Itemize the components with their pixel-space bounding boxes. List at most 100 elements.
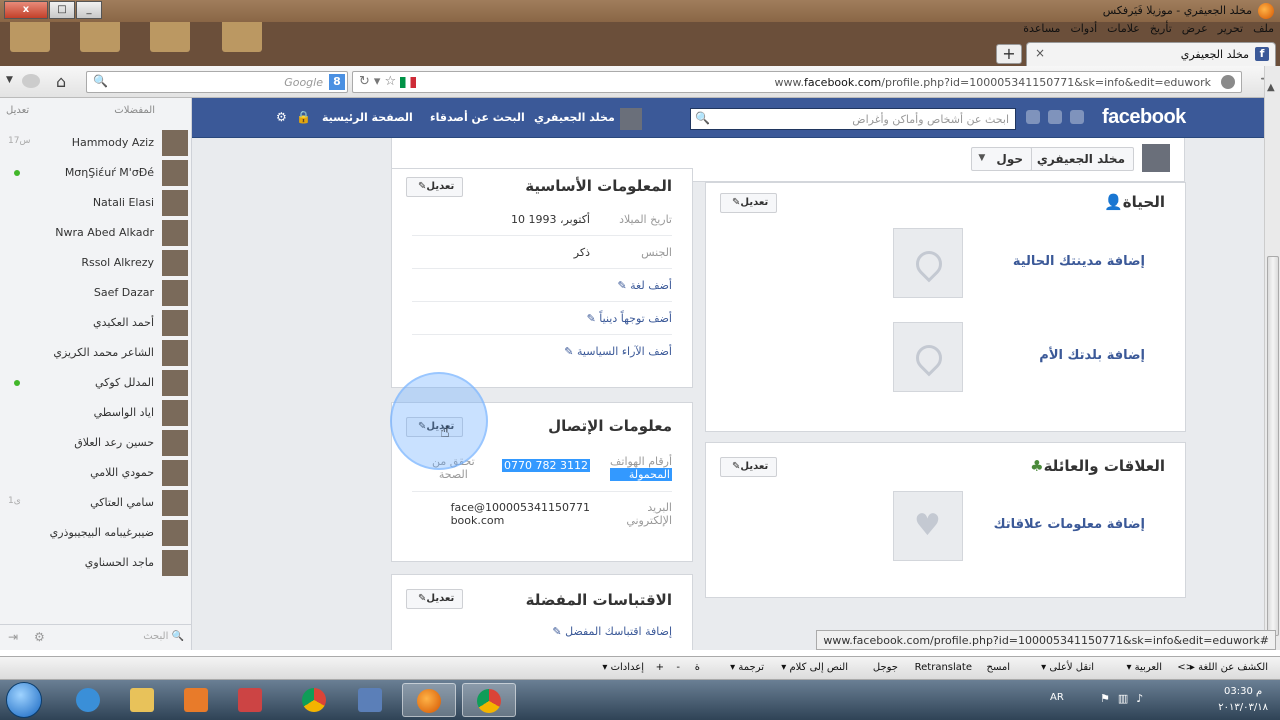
basic-info-edit-button[interactable]: ✎تعديل bbox=[406, 177, 464, 197]
chat-contact-item[interactable]: ضيبرغيبامه البيجيبوذري bbox=[0, 518, 192, 548]
zoom-out-button[interactable]: - bbox=[676, 662, 680, 673]
start-button[interactable] bbox=[6, 682, 42, 718]
url-text[interactable]: www.facebook.com/profile.php?id=10000534… bbox=[775, 76, 1211, 89]
add-hometown-link[interactable]: إضافة بلدتك الأم bbox=[1039, 348, 1145, 363]
menu-bookmarks[interactable]: علامات bbox=[1107, 22, 1140, 40]
scroll-up-icon[interactable]: ▲ bbox=[1267, 82, 1275, 93]
taskbar-network[interactable] bbox=[344, 683, 398, 717]
clear-button[interactable]: امسح bbox=[986, 662, 1010, 673]
menu-view[interactable]: عرض bbox=[1182, 22, 1208, 40]
retranslate-button[interactable]: Retranslate bbox=[915, 662, 972, 673]
chat-contact-item[interactable]: اياد الواسطي bbox=[0, 398, 192, 428]
page-scrollbar[interactable]: ▲ bbox=[1264, 66, 1280, 650]
volume-icon[interactable]: ♪ bbox=[1136, 692, 1143, 705]
zoom-in-button[interactable]: + bbox=[656, 662, 664, 673]
taskbar-app[interactable] bbox=[224, 683, 278, 717]
language-arabic-button[interactable]: ▾ العربية bbox=[1126, 662, 1162, 673]
google-button[interactable]: جوجل bbox=[873, 662, 898, 673]
profile-name-button[interactable]: مخلد الجعيفري bbox=[1027, 147, 1134, 171]
chat-contact-item[interactable]: Rssol Alkrezy bbox=[0, 248, 192, 278]
nav-profile-link[interactable]: مخلد الجعيفري bbox=[534, 111, 615, 124]
menu-edit[interactable]: تحرير bbox=[1218, 22, 1243, 40]
settings-gear-icon[interactable]: ⚙ bbox=[276, 110, 287, 124]
clock[interactable]: 03:30 م ٢٠١٣/٠٣/١٨ bbox=[1218, 684, 1268, 716]
add-quote-link[interactable]: ✎ إضافة اقتباسك المفضل bbox=[552, 625, 672, 638]
tab-close-icon[interactable]: × bbox=[1035, 46, 1045, 60]
chat-contact-item[interactable]: MσηŞiέuŕ M'σĐé bbox=[0, 158, 192, 188]
translate-button[interactable]: ▾ ترجمة bbox=[730, 662, 764, 673]
about-dropdown-button[interactable]: ▼ حول bbox=[971, 147, 1032, 171]
bookmark-star-icon[interactable]: ☆ bbox=[384, 74, 396, 89]
taskbar-chrome-2[interactable] bbox=[462, 683, 516, 717]
home-icon[interactable]: ⌂ bbox=[56, 72, 66, 91]
tab-facebook[interactable]: f مخلد الجعيفري × bbox=[1026, 42, 1276, 66]
chat-contact-item[interactable]: أحمد العكيدي bbox=[0, 308, 192, 338]
web-search-box[interactable]: 8 Google 🔍 bbox=[86, 71, 348, 93]
chat-contact-item[interactable]: Nwra Abed Alkadr bbox=[0, 218, 192, 248]
chat-contact-item[interactable]: سامي العتاكي 1ى bbox=[0, 488, 192, 518]
add-relationship-link[interactable]: إضافة معلومات علاقاتك bbox=[994, 517, 1145, 532]
url-bar[interactable]: www.facebook.com/profile.php?id=10000534… bbox=[352, 71, 1242, 93]
chat-contact-item[interactable]: Hammody Aziz 17س bbox=[0, 128, 192, 158]
exit-icon[interactable]: ⇥ bbox=[8, 630, 18, 644]
search-icon[interactable]: 🔍 bbox=[695, 111, 710, 125]
flag-tray-icon[interactable]: ⚑ bbox=[1100, 692, 1110, 705]
dropdown-icon[interactable]: ▾ bbox=[374, 74, 381, 89]
add-religion-link[interactable]: ✎ أضف توجهاً دينياً bbox=[587, 312, 672, 325]
chat-contact-item[interactable]: Natali Elasi bbox=[0, 188, 192, 218]
taskbar-explorer[interactable] bbox=[116, 683, 170, 717]
reload-icon[interactable]: ↻ bbox=[359, 74, 370, 89]
search-icon[interactable]: 🔍 bbox=[93, 74, 108, 88]
relationships-edit-button[interactable]: ✎تعديل bbox=[720, 457, 778, 477]
chat-contact-item[interactable]: Saef Dazar bbox=[0, 278, 192, 308]
new-tab-button[interactable]: + bbox=[996, 44, 1022, 64]
chat-contact-item[interactable]: المدلل كوكي bbox=[0, 368, 192, 398]
windows-taskbar: AR ⚑ ▥ ♪ 03:30 م ٢٠١٣/٠٣/١٨ bbox=[0, 680, 1280, 720]
char-button[interactable]: ة bbox=[695, 662, 700, 673]
close-button[interactable]: x bbox=[4, 1, 48, 19]
text-to-speech-button[interactable]: ▾ النص إلى كلام bbox=[781, 662, 848, 673]
friend-requests-icon[interactable] bbox=[1070, 110, 1084, 124]
minimize-button[interactable]: _ bbox=[76, 1, 102, 19]
site-identity-icon[interactable] bbox=[1221, 75, 1235, 89]
add-language-link[interactable]: ✎ أضف لغة bbox=[617, 279, 672, 292]
menu-file[interactable]: ملف bbox=[1253, 22, 1274, 40]
addon-icon[interactable] bbox=[22, 74, 40, 88]
facebook-search-input[interactable]: 🔍 ابحث عن أشخاص وأماكن وأغراض bbox=[690, 108, 1016, 130]
swap-languages-button[interactable]: <> bbox=[1177, 662, 1194, 673]
privacy-shortcuts-icon[interactable]: 🔒 bbox=[296, 110, 311, 124]
add-current-city-link[interactable]: إضافة مدينتك الحالية bbox=[1013, 254, 1145, 269]
globe-notifications-icon[interactable] bbox=[1026, 110, 1040, 124]
nav-find-friends-link[interactable]: البحث عن أصدقاء bbox=[430, 111, 525, 124]
menu-help[interactable]: مساعدة bbox=[1023, 22, 1060, 40]
life-edit-button[interactable]: ✎تعديل bbox=[720, 193, 778, 213]
chat-contact-item[interactable]: الشاعر محمد الكريزي bbox=[0, 338, 192, 368]
move-up-button[interactable]: ▾ انقل لأعلى bbox=[1041, 662, 1094, 673]
facebook-logo[interactable]: facebook bbox=[1102, 106, 1186, 129]
quotes-edit-button[interactable]: ✎تعديل bbox=[406, 589, 464, 609]
language-indicator[interactable]: AR bbox=[1050, 692, 1064, 703]
add-political-link[interactable]: ✎ أضف الآراء السياسية bbox=[564, 345, 672, 358]
taskbar-media[interactable] bbox=[170, 683, 224, 717]
profile-avatar[interactable] bbox=[1142, 144, 1170, 172]
messages-icon[interactable] bbox=[1048, 110, 1062, 124]
nav-home-link[interactable]: الصفحة الرئيسية bbox=[322, 111, 413, 124]
menu-tools[interactable]: أدوات bbox=[1070, 22, 1097, 40]
maximize-button[interactable]: □ bbox=[49, 1, 75, 19]
taskbar-ie[interactable] bbox=[62, 683, 116, 717]
taskbar-firefox[interactable] bbox=[402, 683, 456, 717]
scroll-thumb[interactable] bbox=[1267, 256, 1279, 636]
network-tray-icon[interactable]: ▥ bbox=[1118, 692, 1128, 705]
chat-edit-link[interactable]: تعديل bbox=[6, 105, 29, 116]
gear-icon[interactable]: ⚙ bbox=[34, 630, 45, 644]
settings-button[interactable]: ▾ إعدادات bbox=[602, 662, 644, 673]
chat-contact-item[interactable]: حسين رعد العلاق bbox=[0, 428, 192, 458]
dropdown-arrow-icon[interactable]: ▼ bbox=[6, 75, 13, 85]
menu-history[interactable]: تأريخ bbox=[1150, 22, 1172, 40]
taskbar-chrome[interactable] bbox=[288, 683, 342, 717]
header-avatar[interactable] bbox=[620, 108, 642, 130]
detect-language-button[interactable]: ▸ الكشف عن اللغة bbox=[1190, 662, 1268, 673]
chat-search[interactable]: البحث 🔍 bbox=[143, 631, 184, 642]
chat-contact-item[interactable]: حمودي اللامي bbox=[0, 458, 192, 488]
chat-contact-item[interactable]: ماجد الحسناوي bbox=[0, 548, 192, 578]
